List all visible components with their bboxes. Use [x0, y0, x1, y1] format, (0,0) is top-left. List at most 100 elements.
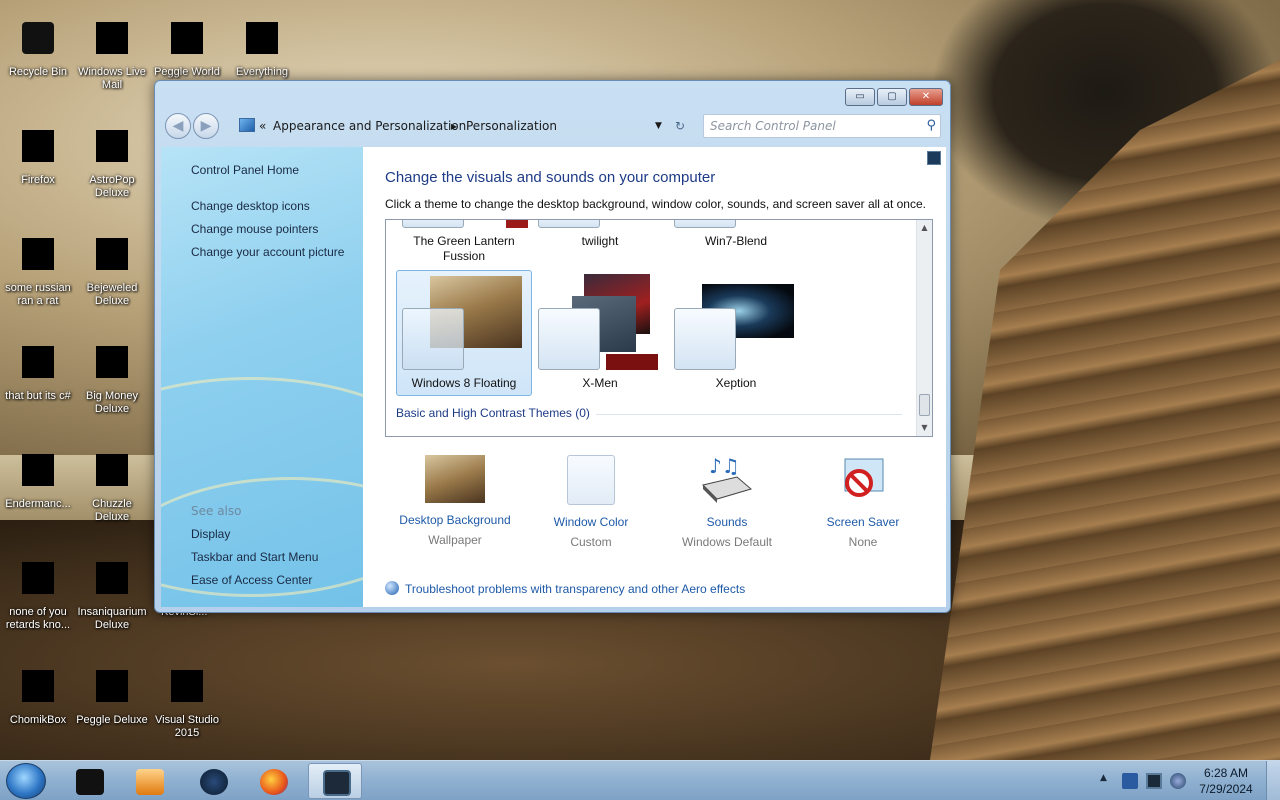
- desktop-background-option[interactable]: Desktop Background Wallpaper: [387, 455, 523, 547]
- breadcrumb-separator[interactable]: ▸: [451, 114, 457, 138]
- desktop-icon-endermanc[interactable]: Endermanc...: [2, 432, 74, 532]
- address-dropdown-icon[interactable]: ▼: [655, 114, 662, 138]
- tray-monitor-icon[interactable]: [1146, 773, 1162, 789]
- desktop-icon-peggle-deluxe[interactable]: Peggle Deluxe: [76, 648, 148, 748]
- firefox-icon: [260, 769, 288, 795]
- desktop-icon-chomikbox[interactable]: ChomikBox: [2, 648, 74, 748]
- astropop-icon: [96, 130, 128, 162]
- window-titlebar[interactable]: ▭ ▢ ✕: [155, 81, 950, 111]
- refresh-icon[interactable]: ↻: [675, 114, 685, 138]
- endermanc-icon: [22, 454, 54, 486]
- troubleshoot-icon: [385, 581, 399, 595]
- screen-saver-icon: [833, 455, 893, 505]
- sidebar-ease-of-access[interactable]: Ease of Access Center: [191, 573, 312, 587]
- clock-time: 6:28 AM: [1203, 766, 1249, 780]
- basic-high-contrast-themes-link[interactable]: Basic and High Contrast Themes (0): [396, 406, 590, 420]
- peggle-world-icon: [171, 22, 203, 54]
- taskbar-firefox[interactable]: [246, 763, 300, 799]
- sidebar-control-panel-home[interactable]: Control Panel Home: [191, 163, 299, 177]
- show-hidden-icons[interactable]: ▲: [1100, 773, 1116, 789]
- svg-text:♪♫: ♪♫: [709, 455, 740, 478]
- maximize-button[interactable]: ▢: [877, 88, 907, 106]
- desktop-background-icon: [425, 455, 485, 503]
- search-icon[interactable]: ⚲: [926, 118, 936, 133]
- desktop-icon-big-money[interactable]: Big Money Deluxe: [76, 324, 148, 424]
- minimize-button[interactable]: ▭: [845, 88, 875, 106]
- navigation-bar: ◀ ▶ « Appearance and Personalization ▸ P…: [163, 111, 943, 141]
- breadcrumb-appearance[interactable]: Appearance and Personalization: [273, 114, 466, 138]
- theme-list[interactable]: The Green Lantern Fussion twilight Win7-…: [385, 219, 933, 437]
- breadcrumb-personalization[interactable]: Personalization: [466, 114, 557, 138]
- scroll-up-icon[interactable]: ▲: [917, 220, 932, 235]
- taskbar-app-3[interactable]: [186, 763, 240, 799]
- sounds-option[interactable]: ♪♫ Sounds Windows Default: [659, 454, 795, 549]
- desktop-icon-insaniquarium[interactable]: Insaniquarium Deluxe: [76, 540, 148, 640]
- breadcrumb-chevron[interactable]: «: [259, 114, 266, 138]
- recycle-bin-icon: [22, 22, 54, 54]
- search-input[interactable]: Search Control Panel: [710, 119, 836, 133]
- taskbar-media-player[interactable]: [122, 763, 176, 799]
- peggle-deluxe-icon: [96, 670, 128, 702]
- search-box[interactable]: Search Control Panel ⚲: [703, 114, 941, 138]
- back-button[interactable]: ◀: [165, 113, 191, 139]
- big-money-icon: [96, 346, 128, 378]
- taskbar-control-panel-active[interactable]: [308, 763, 362, 799]
- theme-thumb-twilight: [538, 220, 600, 228]
- desktop-icon-bejeweled[interactable]: Bejeweled Deluxe: [76, 216, 148, 316]
- chomikbox-icon: [22, 670, 54, 702]
- page-description: Click a theme to change the desktop back…: [385, 197, 926, 211]
- page-title: Change the visuals and sounds on your co…: [385, 169, 716, 186]
- section-divider: [596, 414, 902, 415]
- personalization-content: Change the visuals and sounds on your co…: [363, 147, 946, 607]
- theme-thumb-green-lantern: [402, 220, 464, 228]
- control-panel-icon: [323, 770, 351, 796]
- sidebar-change-desktop-icons[interactable]: Change desktop icons: [191, 199, 310, 213]
- visual-studio-icon: [171, 670, 203, 702]
- media-player-icon: [136, 769, 164, 795]
- sidebar-change-account-picture[interactable]: Change your account picture: [191, 245, 344, 259]
- sidebar-taskbar-start-menu[interactable]: Taskbar and Start Menu: [191, 550, 318, 564]
- desktop-icon-chuzzle[interactable]: Chuzzle Deluxe: [76, 432, 148, 532]
- desktop-icon-firefox[interactable]: Firefox: [2, 108, 74, 208]
- troubleshoot-aero-link[interactable]: Troubleshoot problems with transparency …: [385, 581, 745, 596]
- desktop-icon-russian-rat[interactable]: some russian ran a rat: [2, 216, 74, 316]
- that-but-csharp-icon: [22, 346, 54, 378]
- window-color-icon: [567, 455, 615, 505]
- desktop-icon-none-of-you[interactable]: none of you retards kno...: [2, 540, 74, 640]
- start-button[interactable]: [6, 763, 46, 799]
- help-icon[interactable]: [927, 151, 941, 165]
- sidebar-change-mouse-pointers[interactable]: Change mouse pointers: [191, 222, 318, 236]
- show-desktop-button[interactable]: [1266, 761, 1280, 800]
- screen-saver-option[interactable]: Screen Saver None: [795, 455, 931, 549]
- insaniquarium-icon: [96, 562, 128, 594]
- address-bar[interactable]: « Appearance and Personalization ▸ Perso…: [235, 114, 685, 138]
- theme-photo-xmen-logo: [606, 354, 658, 370]
- globe-icon: [200, 769, 228, 795]
- scrollbar-thumb[interactable]: [919, 394, 930, 416]
- tray-network-icon[interactable]: [1122, 773, 1138, 789]
- scroll-down-icon[interactable]: ▼: [917, 420, 932, 435]
- taskbar-app-1[interactable]: [62, 763, 116, 799]
- forward-button[interactable]: ▶: [193, 113, 219, 139]
- desktop-icon-visual-studio[interactable]: Visual Studio 2015: [151, 648, 223, 748]
- close-button[interactable]: ✕: [909, 88, 943, 106]
- sidebar-display[interactable]: Display: [191, 527, 230, 541]
- everything-icon: [246, 22, 278, 54]
- desktop-icon-astropop[interactable]: AstroPop Deluxe: [76, 108, 148, 208]
- sounds-icon: ♪♫: [697, 454, 757, 505]
- theme-thumb-xmen: [538, 308, 600, 370]
- theme-thumb-xeption: [674, 308, 736, 370]
- theme-thumb-win7-blend: [674, 220, 736, 228]
- taskbar: ▲ 6:28 AM 7/29/2024: [0, 760, 1280, 800]
- theme-list-scrollbar[interactable]: ▲ ▼: [916, 220, 932, 436]
- taskbar-clock[interactable]: 6:28 AM 7/29/2024: [1196, 765, 1256, 797]
- tray-volume-icon[interactable]: [1170, 773, 1186, 789]
- desktop-icon-recycle-bin[interactable]: Recycle Bin: [2, 0, 74, 100]
- desktop-icon-that-but-csharp[interactable]: that but its c#: [2, 324, 74, 424]
- desktop-icon-windows-live-mail[interactable]: Windows Live Mail: [76, 0, 148, 100]
- window-color-option[interactable]: Window Color Custom: [523, 455, 659, 549]
- personalization-window[interactable]: ▭ ▢ ✕ ◀ ▶ « Appearance and Personalizati…: [154, 80, 951, 613]
- firefox-icon: [22, 130, 54, 162]
- windows-live-mail-icon: [96, 22, 128, 54]
- app-icon-dark: [76, 769, 104, 795]
